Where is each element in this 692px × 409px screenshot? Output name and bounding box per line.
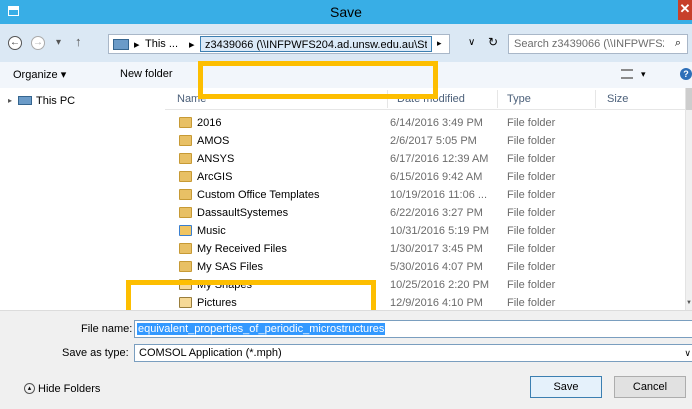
file-list: ▲ Name Date modified Type Size 2016 6/14… — [165, 88, 685, 310]
forward-button[interactable]: → — [31, 36, 45, 50]
column-header-type[interactable]: Type — [507, 93, 531, 105]
file-row[interactable]: AMOS 2/6/2017 5:05 PM File folder — [165, 132, 685, 150]
back-button[interactable]: ← — [8, 36, 22, 50]
folder-icon — [179, 117, 192, 128]
organize-menu[interactable]: Organize ▾ — [13, 68, 66, 81]
folder-icon — [179, 207, 192, 218]
crumb-separator: ▸ — [134, 39, 140, 51]
navigation-pane: ▸ This PC — [0, 88, 165, 310]
scrollbar-thumb[interactable] — [686, 88, 692, 110]
file-row[interactable]: ANSYS 6/17/2016 12:39 AM File folder — [165, 150, 685, 168]
new-folder-button[interactable]: New folder — [120, 68, 173, 80]
highlight-box-top — [198, 61, 438, 99]
sidebar-item-this-pc[interactable]: This PC — [36, 95, 75, 107]
address-dropdown-icon[interactable]: ∨ — [468, 37, 475, 48]
up-arrow-icon[interactable]: ↑ — [75, 34, 82, 49]
folder-icon — [179, 243, 192, 254]
title-bar: Save ✕ — [0, 0, 692, 24]
file-name-field[interactable]: equivalent_properties_of_periodic_micros… — [134, 320, 692, 338]
folder-icon — [179, 189, 192, 200]
music-folder-icon — [179, 225, 192, 236]
window-title: Save — [330, 4, 362, 20]
crumb-separator: ▸ — [189, 39, 195, 51]
navigation-bar: ← → ▾ ↑ ▸ This ... ▸ z3439066 (\\INFPWFS… — [0, 26, 692, 58]
file-name-label: File name: — [81, 323, 133, 335]
file-row[interactable]: Custom Office Templates 10/19/2016 11:06… — [165, 186, 685, 204]
save-form: File name: equivalent_properties_of_peri… — [0, 310, 692, 409]
folder-icon — [179, 153, 192, 164]
hide-folders-button[interactable]: ▴ Hide Folders — [24, 383, 100, 395]
computer-icon — [113, 39, 129, 50]
cancel-button[interactable]: Cancel — [614, 376, 686, 398]
column-divider[interactable] — [497, 90, 498, 108]
save-type-select[interactable]: COMSOL Application (*.mph) ∨ — [134, 344, 692, 362]
save-button[interactable]: Save — [530, 376, 602, 398]
this-pc-icon — [18, 96, 32, 105]
crumb-expand-icon[interactable]: ▸ — [437, 38, 442, 49]
file-row[interactable]: Music 10/31/2016 5:19 PM File folder — [165, 222, 685, 240]
folder-icon — [179, 135, 192, 146]
save-type-label: Save as type: — [62, 347, 129, 359]
search-input[interactable]: Search z3439066 (\\INFPWFS2... ⌕ — [508, 34, 688, 54]
file-row[interactable]: My SAS Files 5/30/2016 4:07 PM File fold… — [165, 258, 685, 276]
view-options-icon[interactable] — [621, 69, 633, 79]
recent-locations-icon[interactable]: ▾ — [56, 37, 61, 48]
breadcrumb-current-folder[interactable]: z3439066 (\\INFPWFS204.ad.unsw.edu.au\St… — [200, 36, 432, 52]
file-row[interactable]: My Received Files 1/30/2017 3:45 PM File… — [165, 240, 685, 258]
file-row[interactable]: ArcGIS 6/15/2016 9:42 AM File folder — [165, 168, 685, 186]
column-divider[interactable] — [595, 90, 596, 108]
view-options-caret[interactable]: ▾ — [641, 69, 646, 80]
file-row[interactable]: DassaultSystemes 6/22/2016 3:27 PM File … — [165, 204, 685, 222]
chevron-down-icon: ∨ — [684, 348, 691, 358]
close-button[interactable]: ✕ — [678, 0, 692, 20]
help-icon[interactable]: ? — [680, 68, 692, 80]
refresh-icon[interactable]: ↻ — [488, 35, 498, 49]
search-icon[interactable]: ⌕ — [675, 37, 681, 50]
expand-chevron-icon[interactable]: ▸ — [8, 96, 12, 105]
file-row[interactable]: 2016 6/14/2016 3:49 PM File folder — [165, 114, 685, 132]
scroll-down-icon[interactable]: ▼ — [686, 300, 692, 310]
breadcrumb-this-pc[interactable]: This ... — [145, 38, 178, 50]
vertical-scrollbar[interactable]: ▼ — [685, 88, 692, 310]
column-header-size[interactable]: Size — [607, 93, 628, 105]
folder-icon — [179, 261, 192, 272]
folder-icon — [179, 171, 192, 182]
collapse-chevron-icon: ▴ — [24, 383, 35, 394]
address-bar[interactable]: ▸ This ... ▸ z3439066 (\\INFPWFS204.ad.u… — [108, 34, 450, 54]
